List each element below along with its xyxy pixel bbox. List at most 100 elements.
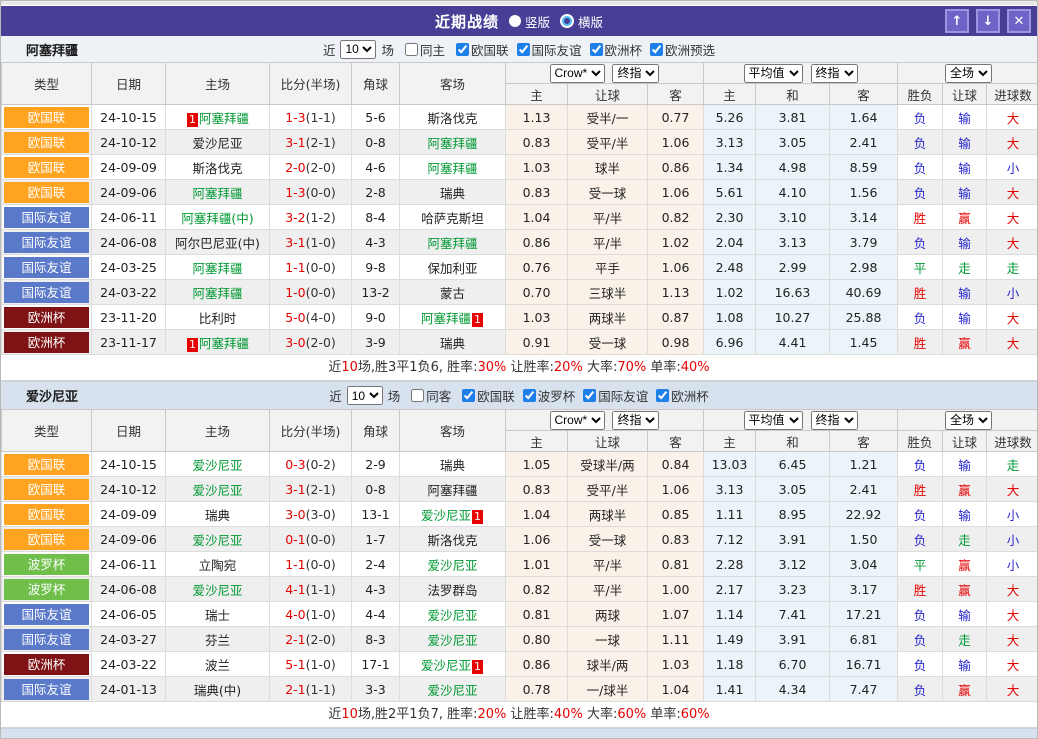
league-label: 波罗杯 <box>538 386 576 405</box>
scope-select[interactable]: 全场 <box>945 411 992 430</box>
result-outcome: 负 <box>898 652 943 677</box>
match-count-select[interactable]: 10 <box>340 40 376 59</box>
sub-result-goals: 进球数 <box>987 84 1038 105</box>
half-time-score: (1-1) <box>306 682 336 697</box>
same-venue-checkbox[interactable] <box>405 43 418 56</box>
result-handicap: 输 <box>943 502 987 527</box>
result-handicap: 赢 <box>943 205 987 230</box>
score-cell: 3-1(1-0) <box>270 230 352 255</box>
home-team-name: 阿塞拜疆 <box>192 261 242 276</box>
league-filter[interactable]: 欧国联 <box>448 40 509 59</box>
avg-home: 13.03 <box>704 452 756 477</box>
avg-away: 7.47 <box>830 677 898 702</box>
same-venue-label: 同客 <box>426 386 451 405</box>
same-venue-label: 同主 <box>420 40 445 59</box>
league-badge: 欧洲杯 <box>4 332 89 353</box>
league-filter[interactable]: 国际友谊 <box>509 40 582 59</box>
full-time-score: 2-1 <box>285 632 305 647</box>
full-time-score: 0-1 <box>285 532 305 547</box>
avg-draw: 3.13 <box>756 230 830 255</box>
league-filter[interactable]: 欧洲预选 <box>642 40 715 59</box>
corners: 3-9 <box>352 330 400 355</box>
away-team-cell: 爱沙尼亚 <box>400 552 506 577</box>
match-row: 欧国联 24-09-06 爱沙尼亚 0-1(0-0) 1-7 斯洛伐克 1.06… <box>2 527 1038 552</box>
result-goals: 大 <box>987 652 1038 677</box>
sub-avg-away: 客 <box>830 431 898 452</box>
move-up-button[interactable]: ↑ <box>945 9 969 33</box>
away-team-name: 保加利亚 <box>427 261 477 276</box>
avg-source-select[interactable]: 平均值 <box>744 64 803 83</box>
summary-segment: 近 <box>328 360 341 375</box>
scope-select[interactable]: 全场 <box>945 64 992 83</box>
team-name-label: 爱沙尼亚 <box>26 386 78 405</box>
same-venue-filter[interactable]: 同主 <box>397 40 445 59</box>
sub-odds-home: 主 <box>506 84 568 105</box>
league-checkbox[interactable] <box>462 389 475 402</box>
away-team-cell: 爱沙尼亚 <box>400 602 506 627</box>
odds-source-select[interactable]: Crow* <box>550 411 605 430</box>
away-team-cell: 瑞典 <box>400 330 506 355</box>
odds-home: 0.81 <box>506 602 568 627</box>
away-team-name: 爱沙尼亚 <box>421 508 471 523</box>
result-outcome: 胜 <box>898 330 943 355</box>
league-filter[interactable]: 欧洲杯 <box>582 40 643 59</box>
home-team-name: 阿塞拜疆 <box>199 111 249 126</box>
league-filter[interactable]: 欧国联 <box>454 386 515 405</box>
close-button[interactable]: ✕ <box>1007 9 1031 33</box>
sub-avg-draw: 和 <box>756 431 830 452</box>
avg-draw: 3.05 <box>756 130 830 155</box>
odds-stage-select[interactable]: 终指 <box>612 411 659 430</box>
league-checkbox[interactable] <box>590 43 603 56</box>
full-time-score: 3-0 <box>285 507 305 522</box>
layout-radio-horizontal[interactable]: 横版 <box>560 12 603 31</box>
odds-handicap: 两球半 <box>568 502 648 527</box>
same-venue-filter[interactable]: 同客 <box>403 386 451 405</box>
match-date: 24-06-11 <box>92 205 166 230</box>
result-goals: 大 <box>987 577 1038 602</box>
same-venue-checkbox[interactable] <box>411 389 424 402</box>
avg-away: 3.17 <box>830 577 898 602</box>
avg-home: 2.28 <box>704 552 756 577</box>
league-filter[interactable]: 欧洲杯 <box>648 386 709 405</box>
corners: 5-6 <box>352 105 400 130</box>
match-count-select[interactable]: 10 <box>347 386 383 405</box>
away-team-cell: 爱沙尼亚 <box>400 677 506 702</box>
odds-source-select[interactable]: Crow* <box>550 64 605 83</box>
league-checkbox[interactable] <box>517 43 530 56</box>
summary-segment: 大率: <box>583 707 618 722</box>
league-filter[interactable]: 国际友谊 <box>575 386 648 405</box>
col-date: 日期 <box>92 410 166 452</box>
league-filter[interactable]: 波罗杯 <box>515 386 576 405</box>
avg-stage-select[interactable]: 终指 <box>811 64 858 83</box>
avg-group-header: 平均值 终指 <box>704 63 898 84</box>
summary-segment: 10 <box>341 360 358 375</box>
away-team-cell: 瑞典 <box>400 180 506 205</box>
avg-away: 2.41 <box>830 130 898 155</box>
avg-draw: 3.81 <box>756 105 830 130</box>
league-checkbox[interactable] <box>456 43 469 56</box>
half-time-score: (1-1) <box>306 110 336 125</box>
odds-group-header: Crow* 终指 <box>506 63 704 84</box>
half-time-score: (1-2) <box>306 210 336 225</box>
odds-home: 0.83 <box>506 130 568 155</box>
score-cell: 3-0(3-0) <box>270 502 352 527</box>
move-down-button[interactable]: ↓ <box>976 9 1000 33</box>
match-row: 国际友谊 24-03-27 芬兰 2-1(2-0) 8-3 爱沙尼亚 0.80 … <box>2 627 1038 652</box>
corners: 13-2 <box>352 280 400 305</box>
match-row: 国际友谊 24-06-11 阿塞拜疆(中) 3-2(1-2) 8-4 哈萨克斯坦… <box>2 205 1038 230</box>
layout-radio-vertical[interactable]: 竖版 <box>509 12 550 31</box>
odds-handicap: 受平/半 <box>568 477 648 502</box>
result-handicap: 输 <box>943 280 987 305</box>
league-checkbox[interactable] <box>583 389 596 402</box>
avg-away: 40.69 <box>830 280 898 305</box>
odds-handicap: 受一球 <box>568 180 648 205</box>
team-name-label: 阿塞拜疆 <box>26 40 78 59</box>
avg-source-select[interactable]: 平均值 <box>744 411 803 430</box>
home-team-name: 爱沙尼亚 <box>192 483 242 498</box>
avg-stage-select[interactable]: 终指 <box>811 411 858 430</box>
league-checkbox[interactable] <box>656 389 669 402</box>
odds-stage-select[interactable]: 终指 <box>612 64 659 83</box>
league-checkbox[interactable] <box>650 43 663 56</box>
league-checkbox[interactable] <box>523 389 536 402</box>
col-score: 比分(半场) <box>270 63 352 105</box>
